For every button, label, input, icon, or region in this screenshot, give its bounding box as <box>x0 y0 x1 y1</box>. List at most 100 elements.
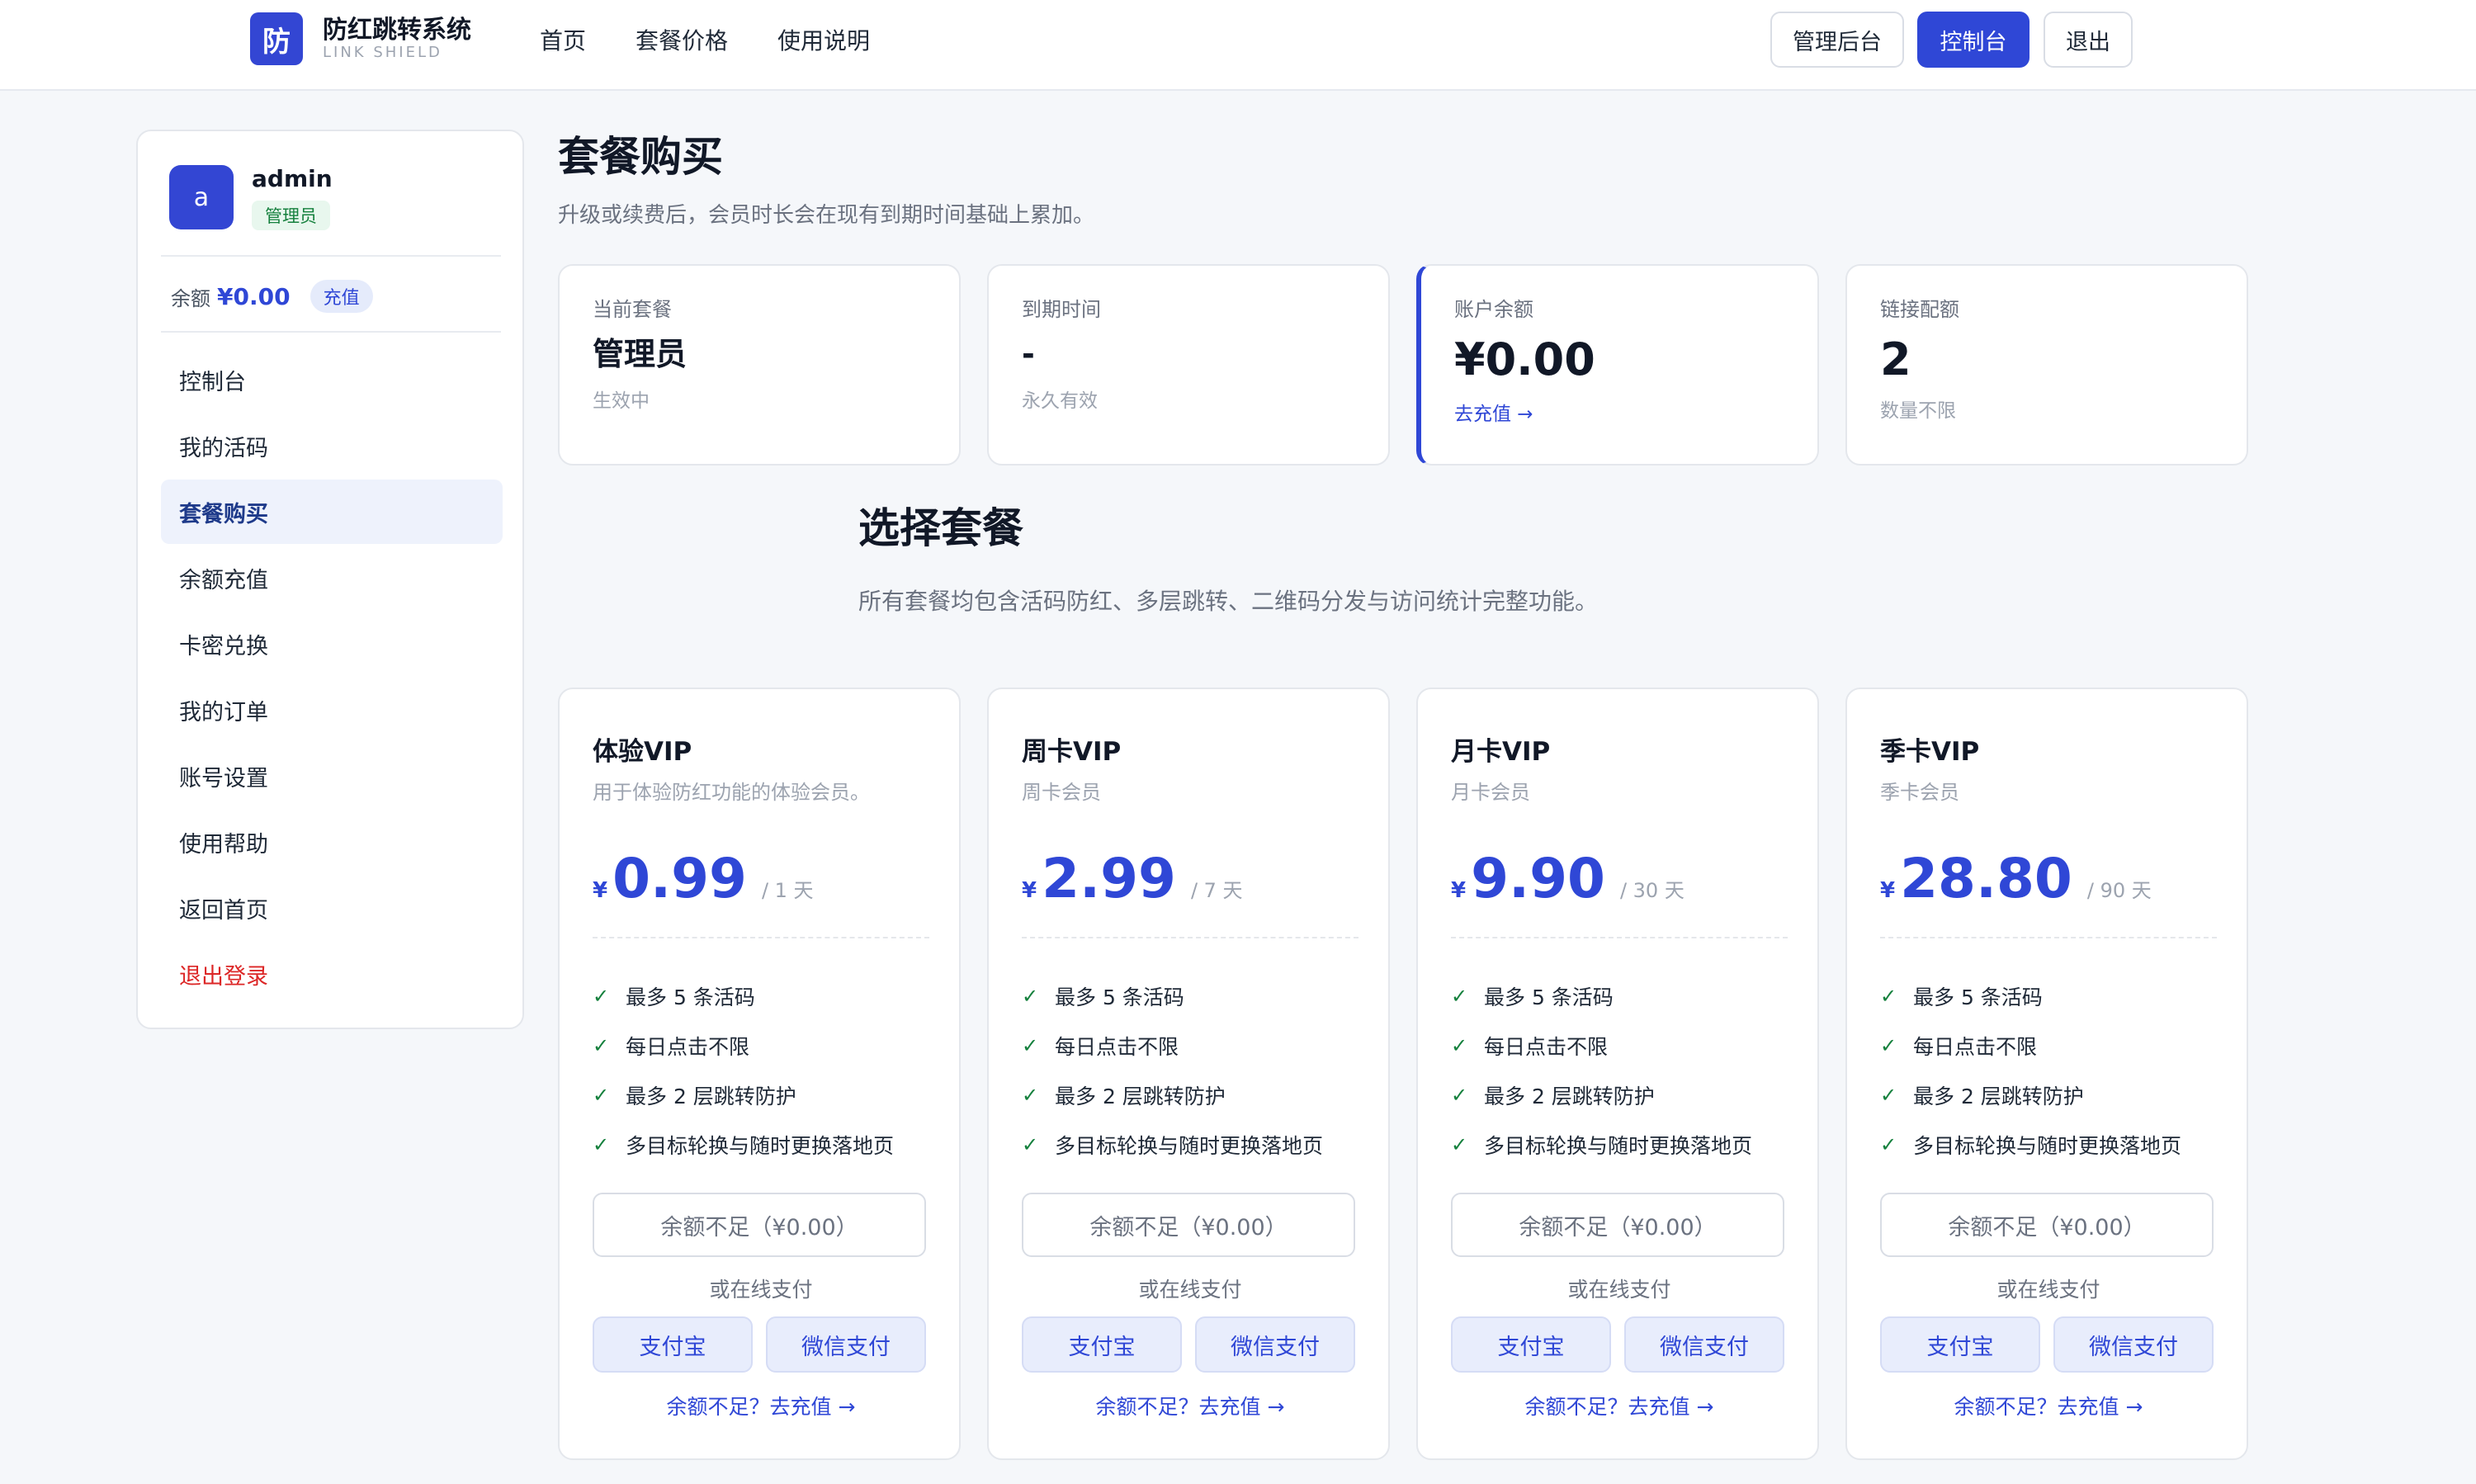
page-title: 套餐购买 <box>558 133 723 181</box>
stat-card-expiry: 到期时间 - 永久有效 <box>987 264 1390 466</box>
username: admin <box>252 165 333 192</box>
check-icon: ✓ <box>1880 1034 1897 1057</box>
check-icon: ✓ <box>593 985 610 1008</box>
sidebar-item-redeem[interactable]: 卡密兑换 <box>161 612 503 676</box>
feature-list: ✓ 最多 5 条活码 ✓ 每日点击不限 ✓ 最多 2 层跳转防护 ✓ 多目标轮换与随时更… <box>1022 971 1323 1170</box>
plan-price: ¥ 9.90 / 30 天 <box>1451 846 1685 912</box>
price-period: / 30 天 <box>1619 879 1685 902</box>
brand-name: 防红跳转系统 <box>323 16 471 45</box>
or-online-label: 或在线支付 <box>1138 1278 1242 1302</box>
stat-card-balance: 账户余额 ¥0.00 去充值 → <box>1416 264 1819 466</box>
insufficient-balance-button[interactable]: 余额不足（¥0.00） <box>593 1193 926 1257</box>
insufficient-balance-button[interactable]: 余额不足（¥0.00） <box>1022 1193 1355 1257</box>
feature-item: ✓ 每日点击不限 <box>1880 1034 2038 1059</box>
sidebar-item-orders[interactable]: 我的订单 <box>161 678 503 742</box>
price-period: / 1 天 <box>761 879 814 902</box>
brand-text: 防红跳转系统 LINK SHIELD <box>323 17 471 61</box>
console-button[interactable]: 控制台 <box>1917 12 2029 68</box>
alipay-button[interactable]: 支付宝 <box>1451 1316 1611 1373</box>
user-info: a admin 管理员 <box>169 164 333 230</box>
logout-button[interactable]: 退出 <box>2044 12 2133 68</box>
feature-item: ✓ 最多 2 层跳转防护 <box>1880 1084 2084 1108</box>
nav-pricing[interactable]: 套餐价格 <box>636 25 728 58</box>
recharge-link[interactable]: 余额不足？去充值 → <box>989 1391 1392 1420</box>
wechat-pay-button[interactable]: 微信支付 <box>2053 1316 2214 1373</box>
page-description: 升级或续费后，会员时长会在现有到期时间基础上累加。 <box>558 203 1095 228</box>
price-amount: 2.99 <box>1042 847 1176 910</box>
feature-item: ✓ 最多 5 条活码 <box>1451 985 1614 1009</box>
recharge-link[interactable]: 余额不足？去充值 → <box>560 1391 962 1420</box>
currency-symbol: ¥ <box>593 878 608 903</box>
sidebar-item-home[interactable]: 返回首页 <box>161 876 503 940</box>
feature-item: ✓ 多目标轮换与随时更换落地页 <box>593 1133 895 1158</box>
plan-description: 月卡会员 <box>1451 781 1530 804</box>
stat-sub: 永久有效 <box>1022 390 1098 412</box>
feature-list: ✓ 最多 5 条活码 ✓ 每日点击不限 ✓ 最多 2 层跳转防护 ✓ 多目标轮换与随时更… <box>1451 971 1752 1170</box>
plan-name: 周卡VIP <box>1022 737 1122 767</box>
sidebar-item-console[interactable]: 控制台 <box>161 347 503 412</box>
user-meta: admin 管理员 <box>252 164 333 230</box>
recharge-link[interactable]: 去充值 → <box>1454 398 1784 426</box>
nav-guide[interactable]: 使用说明 <box>777 25 870 58</box>
check-icon: ✓ <box>1451 1034 1468 1057</box>
divider <box>593 937 929 938</box>
sidebar-item-logout[interactable]: 退出登录 <box>161 942 503 1006</box>
check-icon: ✓ <box>1880 985 1897 1008</box>
stat-sub: 生效中 <box>593 390 650 412</box>
stat-card-quota: 链接配额 2 数量不限 <box>1845 264 2248 466</box>
feature-item: ✓ 多目标轮换与随时更换落地页 <box>1451 1133 1753 1158</box>
balance-row: 余额 ¥0.00 充值 <box>171 280 373 313</box>
currency-symbol: ¥ <box>1022 878 1037 903</box>
feature-list: ✓ 最多 5 条活码 ✓ 每日点击不限 ✓ 最多 2 层跳转防护 ✓ 多目标轮换与随时更… <box>1880 971 2181 1170</box>
feature-item: ✓ 最多 2 层跳转防护 <box>1451 1084 1655 1108</box>
recharge-badge[interactable]: 充值 <box>310 280 373 313</box>
sidebar-item-help[interactable]: 使用帮助 <box>161 810 503 874</box>
stat-label: 链接配额 <box>1880 298 1959 321</box>
feature-item: ✓ 最多 5 条活码 <box>1022 985 1184 1009</box>
sidebar-item-my-codes[interactable]: 我的活码 <box>161 414 503 478</box>
recharge-link[interactable]: 余额不足？去充值 → <box>1847 1391 2250 1420</box>
check-icon: ✓ <box>1451 1084 1468 1107</box>
feature-list: ✓ 最多 5 条活码 ✓ 每日点击不限 ✓ 最多 2 层跳转防护 ✓ 多目标轮换与随时更… <box>593 971 894 1170</box>
currency-symbol: ¥ <box>1880 878 1896 903</box>
stat-label: 账户余额 <box>1454 298 1533 321</box>
stat-value: 2 <box>1880 333 1911 385</box>
stat-value: 管理员 <box>593 336 688 372</box>
nav-home[interactable]: 首页 <box>540 25 586 58</box>
plan-description: 季卡会员 <box>1880 781 1959 804</box>
sidebar-item-buy-plan[interactable]: 套餐购买 <box>161 480 503 544</box>
wechat-pay-button[interactable]: 微信支付 <box>1195 1316 1355 1373</box>
insufficient-balance-button[interactable]: 余额不足（¥0.00） <box>1451 1193 1784 1257</box>
stat-value: ¥0.00 <box>1454 333 1595 385</box>
alipay-button[interactable]: 支付宝 <box>593 1316 753 1373</box>
feature-item: ✓ 最多 5 条活码 <box>1880 985 2043 1009</box>
price-period: / 7 天 <box>1190 879 1243 902</box>
feature-item: ✓ 多目标轮换与随时更换落地页 <box>1880 1133 2182 1158</box>
feature-item: ✓ 每日点击不限 <box>1451 1034 1609 1059</box>
or-online-label: 或在线支付 <box>709 1278 813 1302</box>
plan-card-trial: 体验VIP 用于体验防红功能的体验会员。 ¥ 0.99 / 1 天 ✓ 最多 5 … <box>558 688 961 1460</box>
divider <box>1451 937 1788 938</box>
currency-symbol: ¥ <box>1451 878 1467 903</box>
sidebar-item-recharge[interactable]: 余额充值 <box>161 546 503 610</box>
wechat-pay-button[interactable]: 微信支付 <box>766 1316 926 1373</box>
plan-card-quarterly: 季卡VIP 季卡会员 ¥ 28.80 / 90 天 ✓ 最多 5 条活码 ✓ 每日点… <box>1845 688 2248 1460</box>
brand[interactable]: 防 防红跳转系统 LINK SHIELD <box>250 12 471 65</box>
feature-item: ✓ 最多 2 层跳转防护 <box>593 1084 796 1108</box>
plan-price: ¥ 0.99 / 1 天 <box>593 846 814 912</box>
sidebar-item-settings[interactable]: 账号设置 <box>161 744 503 808</box>
recharge-link[interactable]: 余额不足？去充值 → <box>1418 1391 1821 1420</box>
stat-label: 到期时间 <box>1022 298 1101 321</box>
check-icon: ✓ <box>1451 1133 1468 1156</box>
plan-name: 月卡VIP <box>1451 737 1551 767</box>
or-online-label: 或在线支付 <box>1567 1278 1671 1302</box>
alipay-button[interactable]: 支付宝 <box>1880 1316 2040 1373</box>
alipay-button[interactable]: 支付宝 <box>1022 1316 1182 1373</box>
brand-logo: 防 <box>250 12 303 65</box>
top-header: 防 防红跳转系统 LINK SHIELD 首页 套餐价格 使用说明 管理后台 控… <box>0 0 2476 91</box>
insufficient-balance-button[interactable]: 余额不足（¥0.00） <box>1880 1193 2214 1257</box>
admin-panel-button[interactable]: 管理后台 <box>1770 12 1904 68</box>
section-description: 所有套餐均包含活码防红、多层跳转、二维码分发与访问统计完整功能。 <box>858 588 1599 615</box>
check-icon: ✓ <box>1880 1084 1897 1107</box>
wechat-pay-button[interactable]: 微信支付 <box>1624 1316 1784 1373</box>
